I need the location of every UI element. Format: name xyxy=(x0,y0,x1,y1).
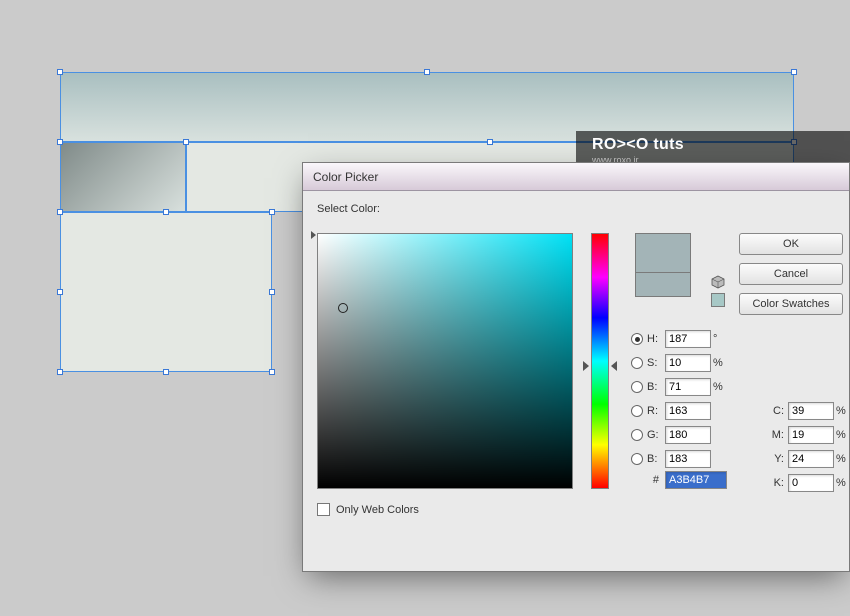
red-label: R: xyxy=(647,405,665,417)
black-input[interactable] xyxy=(788,474,834,492)
cmyk-fields: C: % M: % Y: % K: % xyxy=(768,399,848,495)
watermark-logo: RO><O tuts xyxy=(592,136,684,154)
saturation-radio[interactable] xyxy=(631,357,643,369)
dialog-title: Color Picker xyxy=(313,170,378,184)
blue-label: B: xyxy=(647,453,665,465)
selection-handle[interactable] xyxy=(163,369,169,375)
magenta-input[interactable] xyxy=(788,426,834,444)
yellow-input[interactable] xyxy=(788,450,834,468)
sb-arrow-icon xyxy=(311,231,316,239)
saturation-input[interactable] xyxy=(665,354,711,372)
ok-button[interactable]: OK xyxy=(739,233,843,255)
dialog-body: Select Color: OK Cancel Color Swatches H… xyxy=(303,191,849,571)
selection-handle[interactable] xyxy=(424,69,430,75)
cyan-input[interactable] xyxy=(788,402,834,420)
only-web-colors-row: Only Web Colors xyxy=(317,503,419,516)
cancel-button[interactable]: Cancel xyxy=(739,263,843,285)
select-color-label: Select Color: xyxy=(317,203,835,215)
saturation-label: S: xyxy=(647,357,665,369)
selection-handle[interactable] xyxy=(57,69,63,75)
dialog-titlebar[interactable]: Color Picker xyxy=(303,163,849,191)
brightness-radio[interactable] xyxy=(631,381,643,393)
logo-text: RO xyxy=(592,136,617,153)
selected-rect-mid-left[interactable] xyxy=(60,142,186,212)
hex-input[interactable] xyxy=(665,471,727,489)
magenta-unit: % xyxy=(836,429,848,441)
selection-handle[interactable] xyxy=(269,369,275,375)
only-web-colors-label: Only Web Colors xyxy=(336,504,419,516)
current-color-swatch[interactable] xyxy=(635,273,691,297)
black-label: K: xyxy=(768,477,788,489)
only-web-colors-checkbox[interactable] xyxy=(317,503,330,516)
red-radio[interactable] xyxy=(631,405,643,417)
sb-marker-icon[interactable] xyxy=(338,303,348,313)
yellow-unit: % xyxy=(836,453,848,465)
hue-input[interactable] xyxy=(665,330,711,348)
yellow-label: Y: xyxy=(768,453,788,465)
hue-unit: ° xyxy=(713,333,725,345)
cyan-label: C: xyxy=(768,405,788,417)
selection-handle[interactable] xyxy=(57,369,63,375)
cyan-unit: % xyxy=(836,405,848,417)
logo-sym: >< xyxy=(617,136,636,153)
red-input[interactable] xyxy=(665,402,711,420)
blue-radio[interactable] xyxy=(631,453,643,465)
black-unit: % xyxy=(836,477,848,489)
selection-handle[interactable] xyxy=(269,289,275,295)
selected-rect-bottom[interactable] xyxy=(60,212,272,372)
brightness-label: B: xyxy=(647,381,665,393)
logo-text: O xyxy=(636,136,649,153)
hex-row: # xyxy=(631,471,727,489)
hue-radio[interactable] xyxy=(631,333,643,345)
selection-handle[interactable] xyxy=(791,69,797,75)
logo-suffix: tuts xyxy=(649,136,684,153)
selection-handle[interactable] xyxy=(183,139,189,145)
brightness-input[interactable] xyxy=(665,378,711,396)
add-to-swatches-icon[interactable] xyxy=(711,293,725,307)
green-radio[interactable] xyxy=(631,429,643,441)
saturation-brightness-field[interactable] xyxy=(317,233,573,489)
selection-handle[interactable] xyxy=(57,289,63,295)
green-label: G: xyxy=(647,429,665,441)
selection-handle[interactable] xyxy=(57,139,63,145)
hue-label: H: xyxy=(647,333,665,345)
new-color-swatch xyxy=(635,233,691,273)
blue-input[interactable] xyxy=(665,450,711,468)
hex-label: # xyxy=(631,474,665,486)
selection-handle[interactable] xyxy=(487,139,493,145)
selection-handle[interactable] xyxy=(57,209,63,215)
saturation-unit: % xyxy=(713,357,725,369)
color-picker-dialog: Color Picker Select Color: OK Cancel Col… xyxy=(302,162,850,572)
color-swatches-button[interactable]: Color Swatches xyxy=(739,293,843,315)
selection-handle[interactable] xyxy=(163,209,169,215)
magenta-label: M: xyxy=(768,429,788,441)
hue-pointer-right-icon[interactable] xyxy=(611,361,617,371)
selection-handle[interactable] xyxy=(269,209,275,215)
hue-slider[interactable] xyxy=(591,233,609,489)
green-input[interactable] xyxy=(665,426,711,444)
cube-icon[interactable] xyxy=(711,275,725,289)
brightness-unit: % xyxy=(713,381,725,393)
hue-pointer-left-icon[interactable] xyxy=(583,361,589,371)
